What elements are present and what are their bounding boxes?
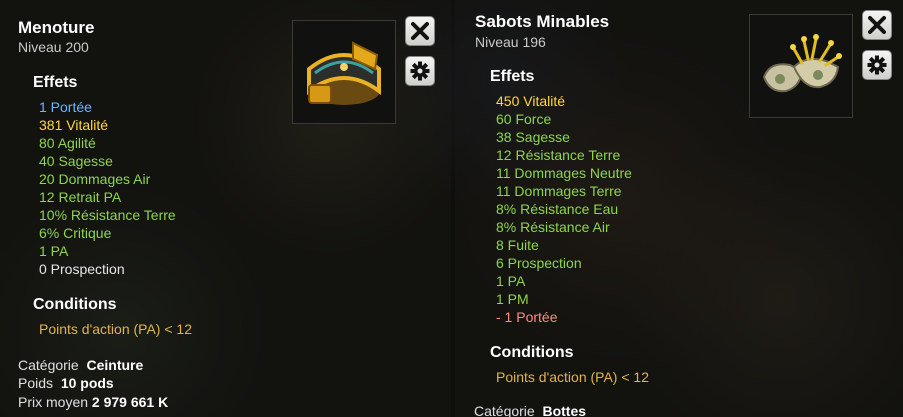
conditions-heading: Conditions	[490, 344, 574, 361]
effect-item: 60 Force	[496, 111, 552, 127]
effect-item: 381 Vitalité	[39, 117, 109, 133]
item-name: Sabots Minables	[475, 12, 610, 31]
category-value: Ceinture	[86, 357, 144, 373]
category-row: Catégorie Bottes	[474, 403, 586, 417]
close-icon	[411, 22, 429, 40]
item-tooltip-left: Menoture Niveau 200 Effets 1 Portée 381 V…	[0, 0, 451, 417]
condition-text: Points d'action (PA) < 12	[496, 369, 649, 385]
price-value: 2 979 661 K	[91, 394, 169, 410]
effect-item: 11 Dommages Neutre	[496, 165, 632, 181]
effect-item: 1 PA	[496, 273, 526, 289]
weight-label: Poids	[18, 375, 54, 391]
item-image	[292, 20, 396, 124]
item-name: Menoture	[18, 18, 95, 37]
item-tooltip-right: Sabots Minables Niveau 196 Effets 450 Vi…	[455, 0, 903, 417]
effect-item: 8 Fuite	[496, 237, 539, 253]
category-value: Bottes	[542, 403, 587, 417]
effect-item: 8% Résistance Air	[496, 219, 610, 235]
effects-list: 1 Portée 381 Vitalité 80 Agilité 40 Sagesse…	[39, 98, 176, 278]
effect-item: 6% Critique	[39, 225, 112, 241]
effects-heading: Effets	[490, 68, 535, 85]
effects-heading: Effets	[33, 74, 78, 91]
effect-item: 40 Sagesse	[39, 153, 113, 169]
condition-text: Points d'action (PA) < 12	[39, 321, 192, 337]
effect-item: 1 Portée	[39, 99, 92, 115]
category-label: Catégorie	[18, 357, 79, 373]
price-label: Prix moyen	[18, 394, 89, 410]
weight-value: 10 pods	[60, 375, 114, 391]
boots-icon	[762, 34, 842, 93]
item-image	[749, 14, 853, 118]
effect-item: 11 Dommages Terre	[496, 183, 622, 199]
gear-icon	[410, 61, 430, 81]
gear-icon	[867, 55, 887, 75]
effect-item: 10% Résistance Terre	[39, 207, 176, 223]
close-button[interactable]	[862, 10, 892, 40]
category-label: Catégorie	[474, 403, 535, 417]
effect-item: 20 Dommages Air	[39, 171, 151, 187]
effect-item: 12 Résistance Terre	[496, 147, 621, 163]
effect-item: 1 PM	[496, 291, 529, 307]
effect-item: 0 Prospection	[39, 261, 125, 277]
effect-item: 12 Retrait PA	[39, 189, 122, 205]
belt-icon	[307, 41, 381, 105]
effect-item: 450 Vitalité	[496, 93, 566, 109]
category-row: Catégorie Ceinture	[18, 357, 143, 373]
price-row: Prix moyen 2 979 661 K	[18, 394, 168, 410]
effect-item: 1 PA	[39, 243, 69, 259]
close-button[interactable]	[405, 16, 435, 46]
settings-button[interactable]	[862, 50, 892, 80]
effect-item: 38 Sagesse	[496, 129, 570, 145]
weight-row: Poids 10 pods	[18, 375, 114, 391]
settings-button[interactable]	[405, 56, 435, 86]
item-level: Niveau 200	[18, 39, 89, 55]
effect-item: 6 Prospection	[496, 255, 582, 271]
effect-item: 8% Résistance Eau	[496, 201, 619, 217]
effects-list: 450 Vitalité 60 Force 38 Sagesse 12 Résista…	[496, 92, 632, 326]
conditions-heading: Conditions	[33, 296, 117, 313]
effect-item: - 1 Portée	[496, 309, 558, 325]
effect-item: 80 Agilité	[39, 135, 96, 151]
item-level: Niveau 196	[475, 34, 546, 50]
close-icon	[868, 16, 886, 34]
